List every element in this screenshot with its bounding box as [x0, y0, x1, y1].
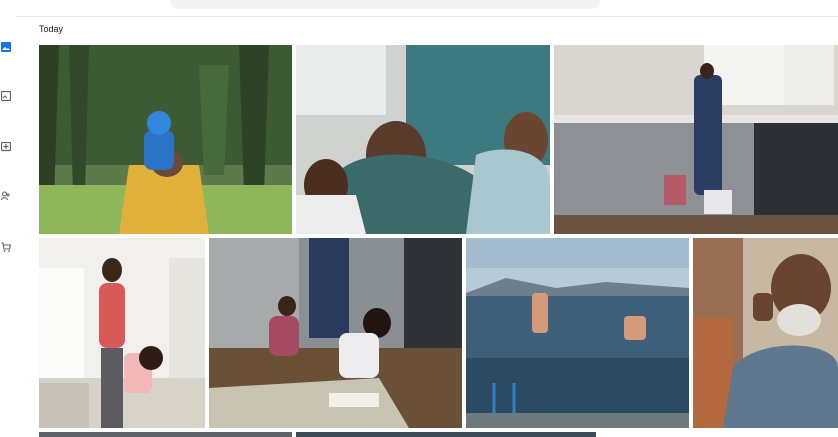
photo-hiking-child[interactable] — [39, 45, 292, 234]
sharing-icon[interactable] — [0, 189, 12, 203]
photo-mother-daughter[interactable] — [39, 238, 205, 428]
top-bar — [0, 0, 838, 17]
photos-icon[interactable] — [0, 40, 12, 54]
photo-kitchen-family[interactable] — [554, 45, 838, 234]
photo-row-next — [39, 432, 292, 437]
photo-family-laughing[interactable] — [296, 45, 550, 234]
albums-icon[interactable] — [0, 89, 12, 103]
photo-lake-jump[interactable] — [466, 238, 689, 428]
photo-row-next-2 — [296, 432, 596, 437]
create-icon[interactable] — [0, 140, 12, 154]
photo-kids-playing-floor[interactable] — [209, 238, 462, 428]
nav-rail — [0, 16, 16, 437]
print-store-icon[interactable] — [0, 240, 12, 254]
search-bar[interactable] — [170, 0, 600, 9]
section-date-header: Today — [39, 24, 64, 34]
photo-man-laughing[interactable] — [693, 238, 838, 428]
